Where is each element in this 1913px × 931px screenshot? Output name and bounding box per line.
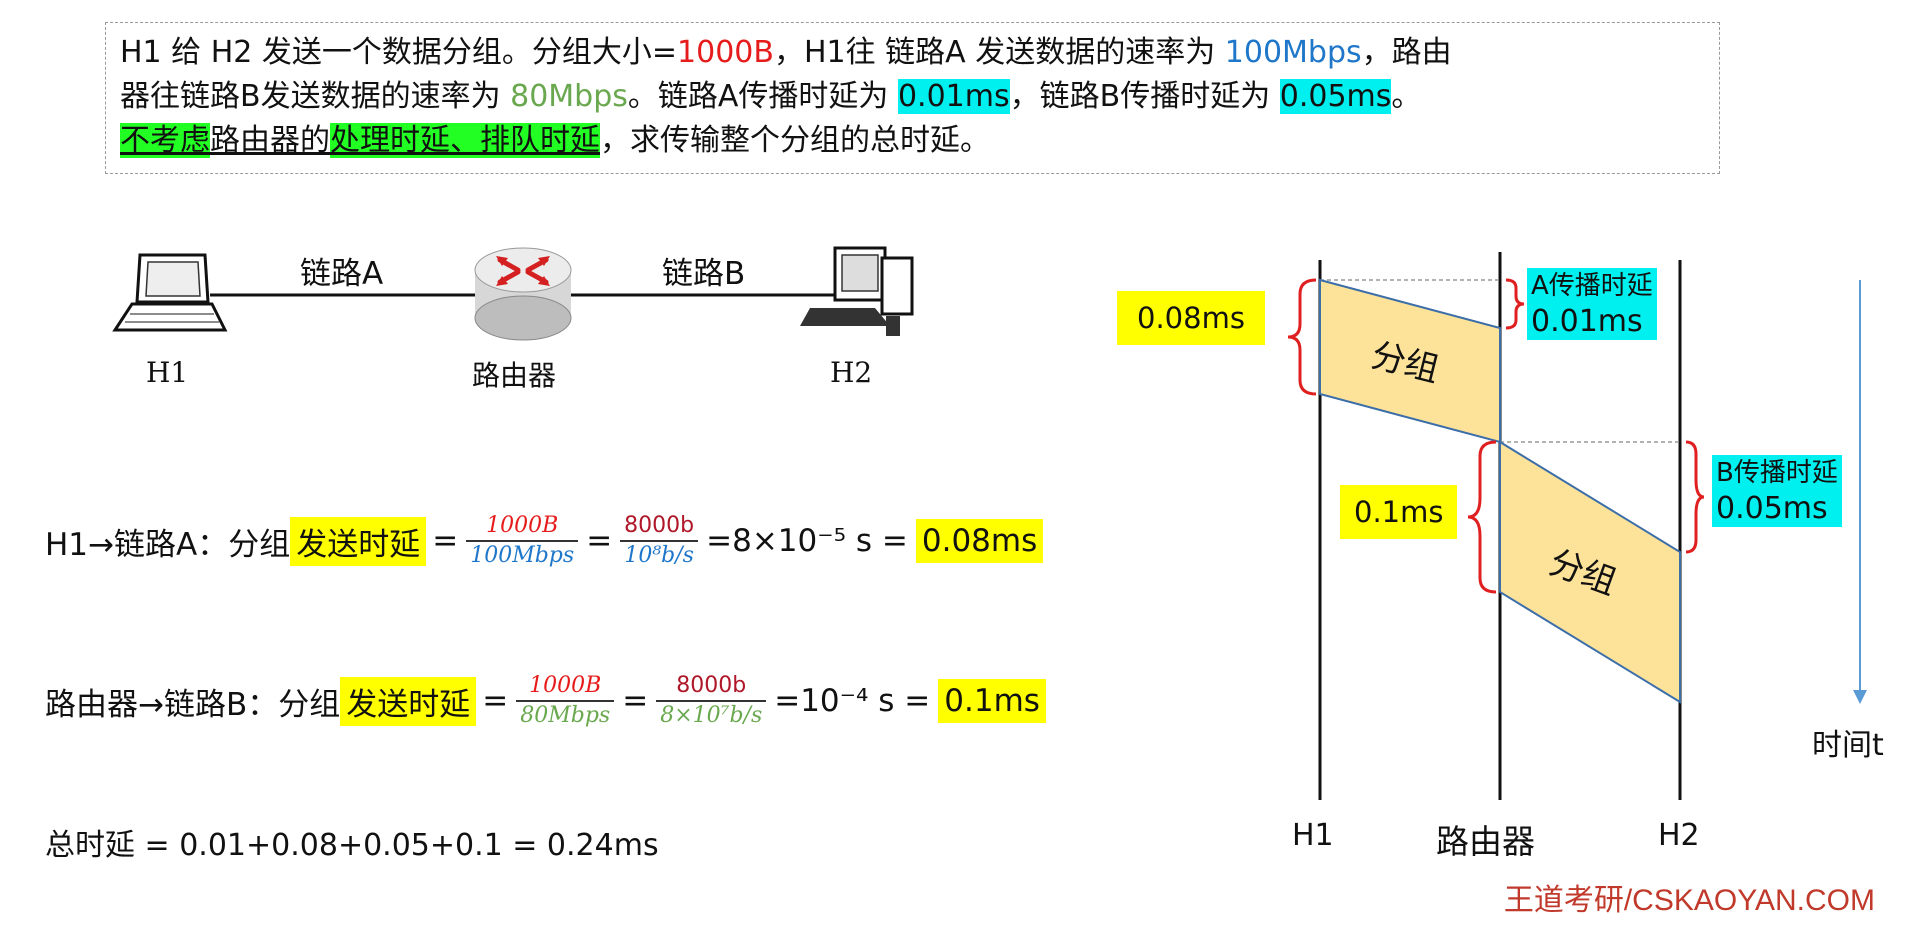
- eq-highlight: 发送时延: [340, 676, 477, 726]
- brace-prop-a: [1505, 278, 1525, 330]
- total-delay: 总时延 = 0.01+0.08+0.05+0.1 = 0.24ms: [45, 828, 659, 863]
- eq-highlight: 发送时延: [290, 516, 427, 566]
- fraction-numerator: 1000B: [486, 513, 559, 538]
- time-arrow-head: [1853, 690, 1867, 704]
- eq-result: 0.1ms: [938, 679, 1046, 723]
- fraction-numerator: 8000b: [676, 673, 747, 698]
- link-a-label: 链路A: [300, 256, 384, 292]
- timeline-h1-label: H1: [1292, 818, 1334, 853]
- eq-middle: =8×10⁻⁵ s =: [706, 523, 908, 559]
- problem-line-2: 器往链路B发送数据的速率为 80Mbps。链路A传播时延为 0.01ms，链路B…: [120, 75, 1705, 119]
- fraction-denominator: 10⁸b/s: [624, 543, 694, 568]
- eq-sign: =: [622, 683, 649, 719]
- timeline-h2-label: H2: [1658, 818, 1700, 853]
- fraction-1: 1000B 100Mbps: [466, 512, 579, 570]
- equation-h1-link-a: H1→链路A：分组 发送时延 = 1000B 100Mbps = 8000b 1…: [45, 512, 1044, 570]
- eq-result: 0.08ms: [915, 519, 1044, 563]
- brace-prop-b: [1685, 440, 1705, 554]
- fraction-2: 8000b 8×10⁷b/s: [656, 672, 767, 730]
- h1-label: H1: [146, 356, 189, 389]
- ignored-delays: 处理时延、排队时延: [330, 123, 600, 158]
- prop-a: 0.01ms: [897, 79, 1010, 114]
- brand-watermark: 王道考研/CSKAOYAN.COM: [1503, 884, 1875, 917]
- problem-box: H1 给 H2 发送一个数据分组。分组大小=1000B，H1往 链路A 发送数据…: [105, 22, 1720, 174]
- fraction-numerator: 1000B: [529, 673, 602, 698]
- router-of: 路由器的: [210, 123, 330, 158]
- desktop-icon: [800, 246, 914, 336]
- fraction-denominator: 80Mbps: [520, 703, 611, 728]
- link-b-label: 链路B: [662, 256, 746, 292]
- router-label: 路由器: [472, 359, 557, 392]
- prop-a-box: A传播时延 0.01ms: [1527, 268, 1657, 340]
- problem-text: 。: [1391, 79, 1422, 114]
- eq-prefix: 路由器→链路B：分组: [45, 686, 341, 723]
- equation-router-link-b: 路由器→链路B：分组 发送时延 = 1000B 80Mbps = 8000b 8…: [45, 672, 1046, 730]
- prop-b-value: 0.05ms: [1716, 491, 1828, 526]
- eq-middle: =10⁻⁴ s =: [774, 683, 931, 719]
- problem-text: ，链路B传播时延为: [1009, 79, 1280, 114]
- problem-text: 器往链路B发送数据的速率为: [120, 79, 511, 114]
- eq-sign: =: [482, 683, 509, 719]
- eq-sign: =: [586, 523, 613, 559]
- problem-line-3: 不考虑路由器的处理时延、排队时延，求传输整个分组的总时延。: [120, 119, 1705, 163]
- laptop-icon: [112, 253, 228, 332]
- time-label: 时间t: [1812, 728, 1884, 763]
- fraction-2: 8000b 10⁸b/s: [620, 512, 699, 570]
- rate-a: 100Mbps: [1224, 35, 1362, 70]
- prop-b-box: B传播时延 0.05ms: [1712, 455, 1842, 527]
- timeline-router-label: 路由器: [1436, 822, 1535, 861]
- fraction-denominator: 8×10⁷b/s: [660, 703, 763, 728]
- prop-a-title: A传播时延: [1531, 271, 1653, 301]
- problem-line-1: H1 给 H2 发送一个数据分组。分组大小=1000B，H1往 链路A 发送数据…: [120, 31, 1705, 75]
- problem-text: ，路由: [1361, 35, 1452, 70]
- h2-label: H2: [830, 356, 873, 389]
- problem-text: 。链路A传播时延为: [627, 79, 898, 114]
- eq-sign: =: [432, 523, 459, 559]
- rate-b: 80Mbps: [510, 79, 628, 114]
- problem-text: H1 给 H2 发送一个数据分组。分组大小=: [120, 35, 678, 70]
- router-icon: [474, 247, 572, 341]
- fraction-1: 1000B 80Mbps: [516, 672, 615, 730]
- problem-text: ，H1往 链路A 发送数据的速率为: [773, 35, 1225, 70]
- trans-a-label: 0.08ms: [1117, 291, 1265, 345]
- brace-trans-a: [1287, 278, 1317, 396]
- brace-trans-b: [1467, 440, 1497, 594]
- prop-b-title: B传播时延: [1716, 458, 1838, 488]
- fraction-numerator: 8000b: [624, 513, 695, 538]
- packet-size: 1000B: [677, 35, 774, 70]
- fraction-denominator: 100Mbps: [470, 543, 575, 568]
- problem-text: ，求传输整个分组的总时延。: [600, 123, 990, 158]
- trans-b-label: 0.1ms: [1340, 485, 1458, 539]
- prop-a-value: 0.01ms: [1531, 304, 1643, 339]
- prop-b: 0.05ms: [1279, 79, 1392, 114]
- no-consider: 不考虑: [120, 123, 210, 158]
- eq-prefix: H1→链路A：分组: [45, 526, 291, 563]
